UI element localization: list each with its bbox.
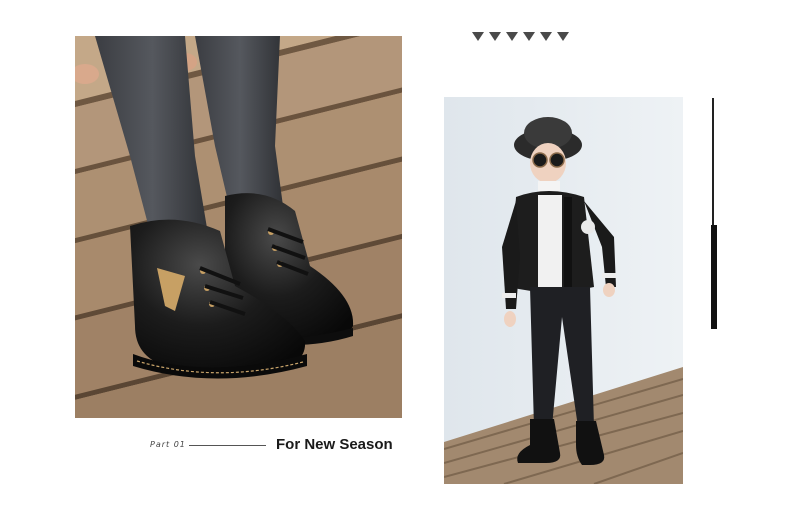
child-model-image xyxy=(444,97,683,484)
triangle-icon xyxy=(489,32,501,41)
triangle-icon xyxy=(472,32,484,41)
triangle-icon xyxy=(557,32,569,41)
triangle-icon xyxy=(540,32,552,41)
boots-closeup-image xyxy=(75,36,402,418)
boots-closeup-photo xyxy=(75,36,402,418)
season-caption: For New Season xyxy=(276,436,393,453)
part-divider-line xyxy=(189,445,266,446)
part-label: Part 01 xyxy=(150,440,186,449)
vertical-accent-bar xyxy=(711,225,717,329)
child-model-photo xyxy=(444,97,683,484)
triangle-icon xyxy=(506,32,518,41)
decorative-triangles xyxy=(472,32,569,44)
triangle-icon xyxy=(523,32,535,41)
